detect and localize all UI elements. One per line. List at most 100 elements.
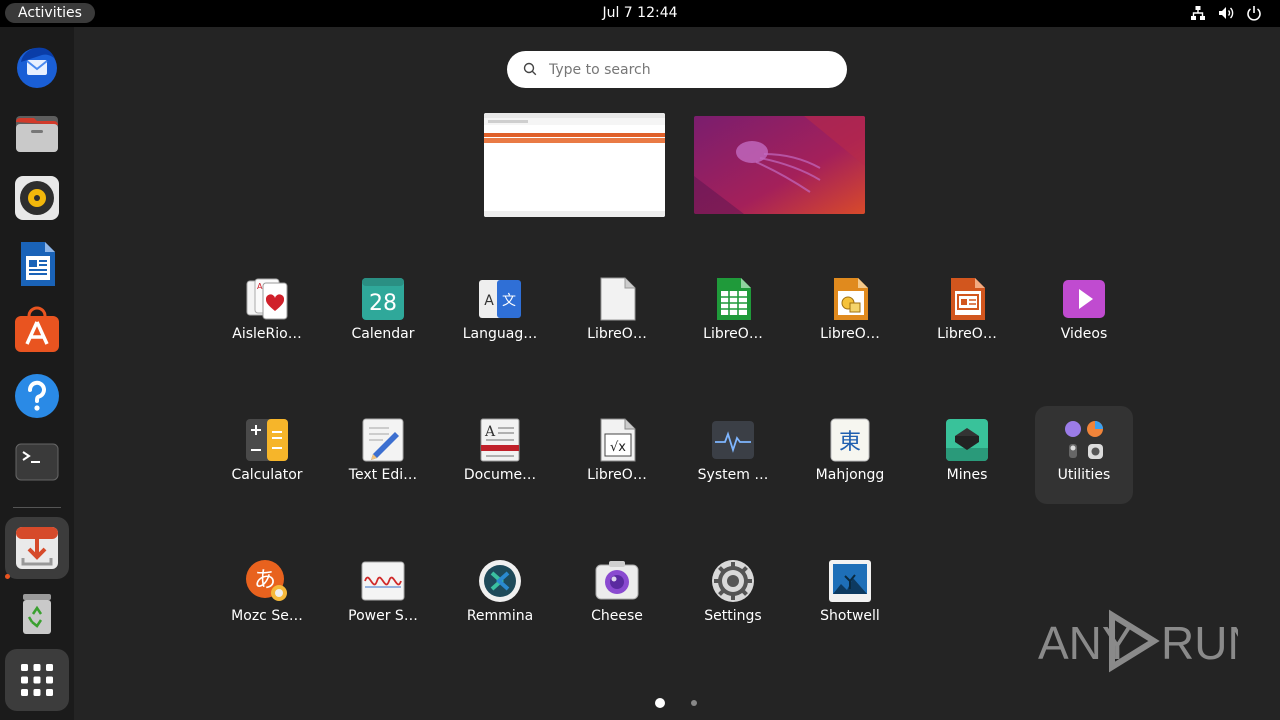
app-system-monitor[interactable]: System … bbox=[684, 406, 782, 504]
dock-separator bbox=[13, 507, 61, 508]
top-bar: Activities Jul 7 12:44 bbox=[0, 0, 1280, 27]
dock-writer[interactable] bbox=[5, 233, 69, 295]
app-videos[interactable]: Videos bbox=[1035, 265, 1133, 363]
app-label: Cheese bbox=[591, 608, 643, 624]
app-label: Settings bbox=[704, 608, 762, 624]
workspace-thumbnail-2[interactable] bbox=[694, 116, 865, 214]
app-label: AisleRio… bbox=[232, 326, 302, 342]
utilities-folder-icon bbox=[1065, 421, 1103, 459]
clock[interactable]: Jul 7 12:44 bbox=[0, 0, 1280, 27]
cheese-icon bbox=[595, 561, 639, 600]
power-icon[interactable] bbox=[1246, 5, 1262, 21]
files-icon bbox=[16, 116, 58, 152]
app-label: System … bbox=[697, 467, 769, 483]
app-label: Mozc Se… bbox=[231, 608, 303, 624]
show-apps-button[interactable] bbox=[5, 649, 69, 711]
running-indicator bbox=[5, 574, 10, 579]
app-remmina[interactable]: Remmina bbox=[451, 547, 549, 645]
installer-icon bbox=[16, 527, 58, 569]
app-label: Mines bbox=[946, 467, 988, 483]
dock-terminal[interactable] bbox=[5, 431, 69, 493]
power-statistics-icon bbox=[361, 561, 405, 601]
cards-icon: A bbox=[246, 278, 288, 320]
thunderbird-icon bbox=[17, 47, 57, 88]
app-calendar[interactable]: 28 Calendar bbox=[334, 265, 432, 363]
dock-files[interactable] bbox=[5, 101, 69, 163]
app-label: LibreO… bbox=[937, 326, 997, 342]
app-label: Videos bbox=[1060, 326, 1108, 342]
network-icon[interactable] bbox=[1190, 5, 1206, 21]
app-libreoffice-math[interactable]: √x LibreO… bbox=[568, 406, 666, 504]
app-shotwell[interactable]: Shotwell bbox=[801, 547, 899, 645]
calendar-icon: 28 bbox=[362, 278, 404, 320]
impress-icon bbox=[951, 278, 985, 320]
dock-thunderbird[interactable] bbox=[5, 35, 69, 97]
svg-text:A: A bbox=[257, 282, 263, 291]
svg-text:東: 東 bbox=[839, 430, 861, 455]
terminal-icon bbox=[15, 443, 59, 481]
app-label: Text Edi… bbox=[348, 467, 418, 483]
app-mozc-setup[interactable]: あ Mozc Se… bbox=[218, 547, 316, 645]
draw-icon bbox=[834, 278, 868, 320]
text-editor-icon bbox=[362, 418, 404, 462]
language-icon: A 文 bbox=[479, 280, 521, 318]
search-icon bbox=[523, 62, 537, 76]
svg-text:A: A bbox=[484, 293, 494, 309]
app-label: LibreO… bbox=[820, 326, 880, 342]
app-libreoffice-draw[interactable]: LibreO… bbox=[801, 265, 899, 363]
search-input[interactable] bbox=[547, 59, 831, 81]
app-settings[interactable]: Settings bbox=[684, 547, 782, 645]
page-indicator-1[interactable] bbox=[655, 698, 665, 708]
app-label: Calculator bbox=[231, 467, 303, 483]
svg-text:28: 28 bbox=[369, 291, 397, 316]
app-document-viewer[interactable]: A Docume… bbox=[451, 406, 549, 504]
search-entry[interactable] bbox=[507, 51, 847, 88]
window-thumbnail bbox=[484, 113, 665, 217]
svg-text:A: A bbox=[484, 424, 496, 440]
app-label: Mahjongg bbox=[815, 467, 885, 483]
app-language-support[interactable]: A 文 Languag… bbox=[451, 265, 549, 363]
app-aisleriot[interactable]: A AisleRio… bbox=[218, 265, 316, 363]
app-mines[interactable]: Mines bbox=[918, 406, 1016, 504]
volume-icon[interactable] bbox=[1218, 5, 1234, 21]
app-libreoffice[interactable]: LibreO… bbox=[568, 265, 666, 363]
anyrun-watermark: ANY RUN bbox=[1038, 609, 1238, 673]
math-icon: √x bbox=[600, 418, 636, 462]
folder-utilities[interactable]: Utilities bbox=[1035, 406, 1133, 504]
app-label: LibreO… bbox=[587, 467, 647, 483]
workspace-thumbnail-1[interactable] bbox=[484, 113, 665, 217]
dock-installer[interactable] bbox=[5, 517, 69, 579]
app-label: Shotwell bbox=[820, 608, 880, 624]
app-power-statistics[interactable]: Power S… bbox=[334, 547, 432, 645]
app-label: LibreO… bbox=[703, 326, 763, 342]
settings-icon bbox=[712, 560, 754, 602]
mines-icon bbox=[946, 419, 988, 461]
app-label: Remmina bbox=[466, 608, 534, 624]
dock-trash[interactable] bbox=[5, 583, 69, 645]
app-calculator[interactable]: Calculator bbox=[218, 406, 316, 504]
software-icon bbox=[15, 306, 59, 352]
dock-software[interactable] bbox=[5, 299, 69, 361]
dock bbox=[0, 27, 74, 720]
app-mahjongg[interactable]: 東 Mahjongg bbox=[801, 406, 899, 504]
app-label: LibreO… bbox=[587, 326, 647, 342]
svg-text:√x: √x bbox=[610, 440, 626, 455]
app-libreoffice-impress[interactable]: LibreO… bbox=[918, 265, 1016, 363]
trash-icon bbox=[23, 594, 51, 634]
system-monitor-icon bbox=[712, 421, 754, 459]
dock-help[interactable] bbox=[5, 365, 69, 427]
app-label: Power S… bbox=[348, 608, 418, 624]
app-label: Calendar bbox=[351, 326, 415, 342]
calc-icon bbox=[717, 278, 751, 320]
page-indicator-2[interactable] bbox=[691, 700, 697, 706]
dock-rhythmbox[interactable] bbox=[5, 167, 69, 229]
mahjongg-icon: 東 bbox=[830, 418, 870, 462]
svg-text:文: 文 bbox=[502, 293, 516, 309]
libreoffice-icon bbox=[600, 277, 636, 321]
app-label: Languag… bbox=[462, 326, 538, 342]
watermark-run-text: RUN bbox=[1161, 617, 1238, 669]
app-text-editor[interactable]: Text Edi… bbox=[334, 406, 432, 504]
writer-icon bbox=[21, 242, 55, 286]
app-libreoffice-calc[interactable]: LibreO… bbox=[684, 265, 782, 363]
app-cheese[interactable]: Cheese bbox=[568, 547, 666, 645]
